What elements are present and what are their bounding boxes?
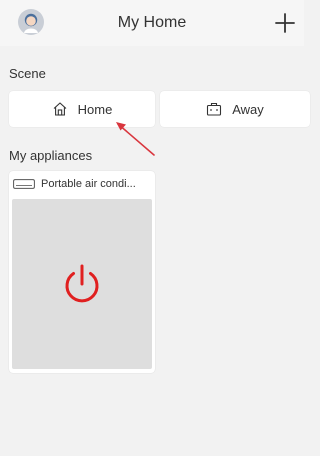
appliance-header: Portable air condi... <box>9 171 155 197</box>
page-title: My Home <box>117 14 187 31</box>
annotation-arrow-icon <box>116 122 155 156</box>
scene-section-label: Scene <box>9 66 46 81</box>
appliance-name: Portable air condi... <box>41 178 136 190</box>
air-conditioner-icon <box>13 179 35 189</box>
power-button[interactable] <box>59 261 105 307</box>
home-icon <box>52 101 68 117</box>
suitcase-icon <box>206 101 222 117</box>
avatar[interactable] <box>18 9 44 35</box>
scene-away-label: Away <box>232 101 264 117</box>
scene-away-button[interactable]: Away <box>160 91 310 127</box>
user-avatar-icon <box>18 9 44 35</box>
appliances-section-label: My appliances <box>9 148 93 163</box>
appliance-card[interactable]: Portable air condi... <box>9 171 155 373</box>
power-icon <box>65 264 99 303</box>
scene-home-label: Home <box>77 101 113 117</box>
top-bar: My Home <box>0 0 304 46</box>
plus-icon <box>275 13 295 33</box>
add-button[interactable] <box>272 10 298 36</box>
appliance-control-area[interactable] <box>12 199 152 369</box>
